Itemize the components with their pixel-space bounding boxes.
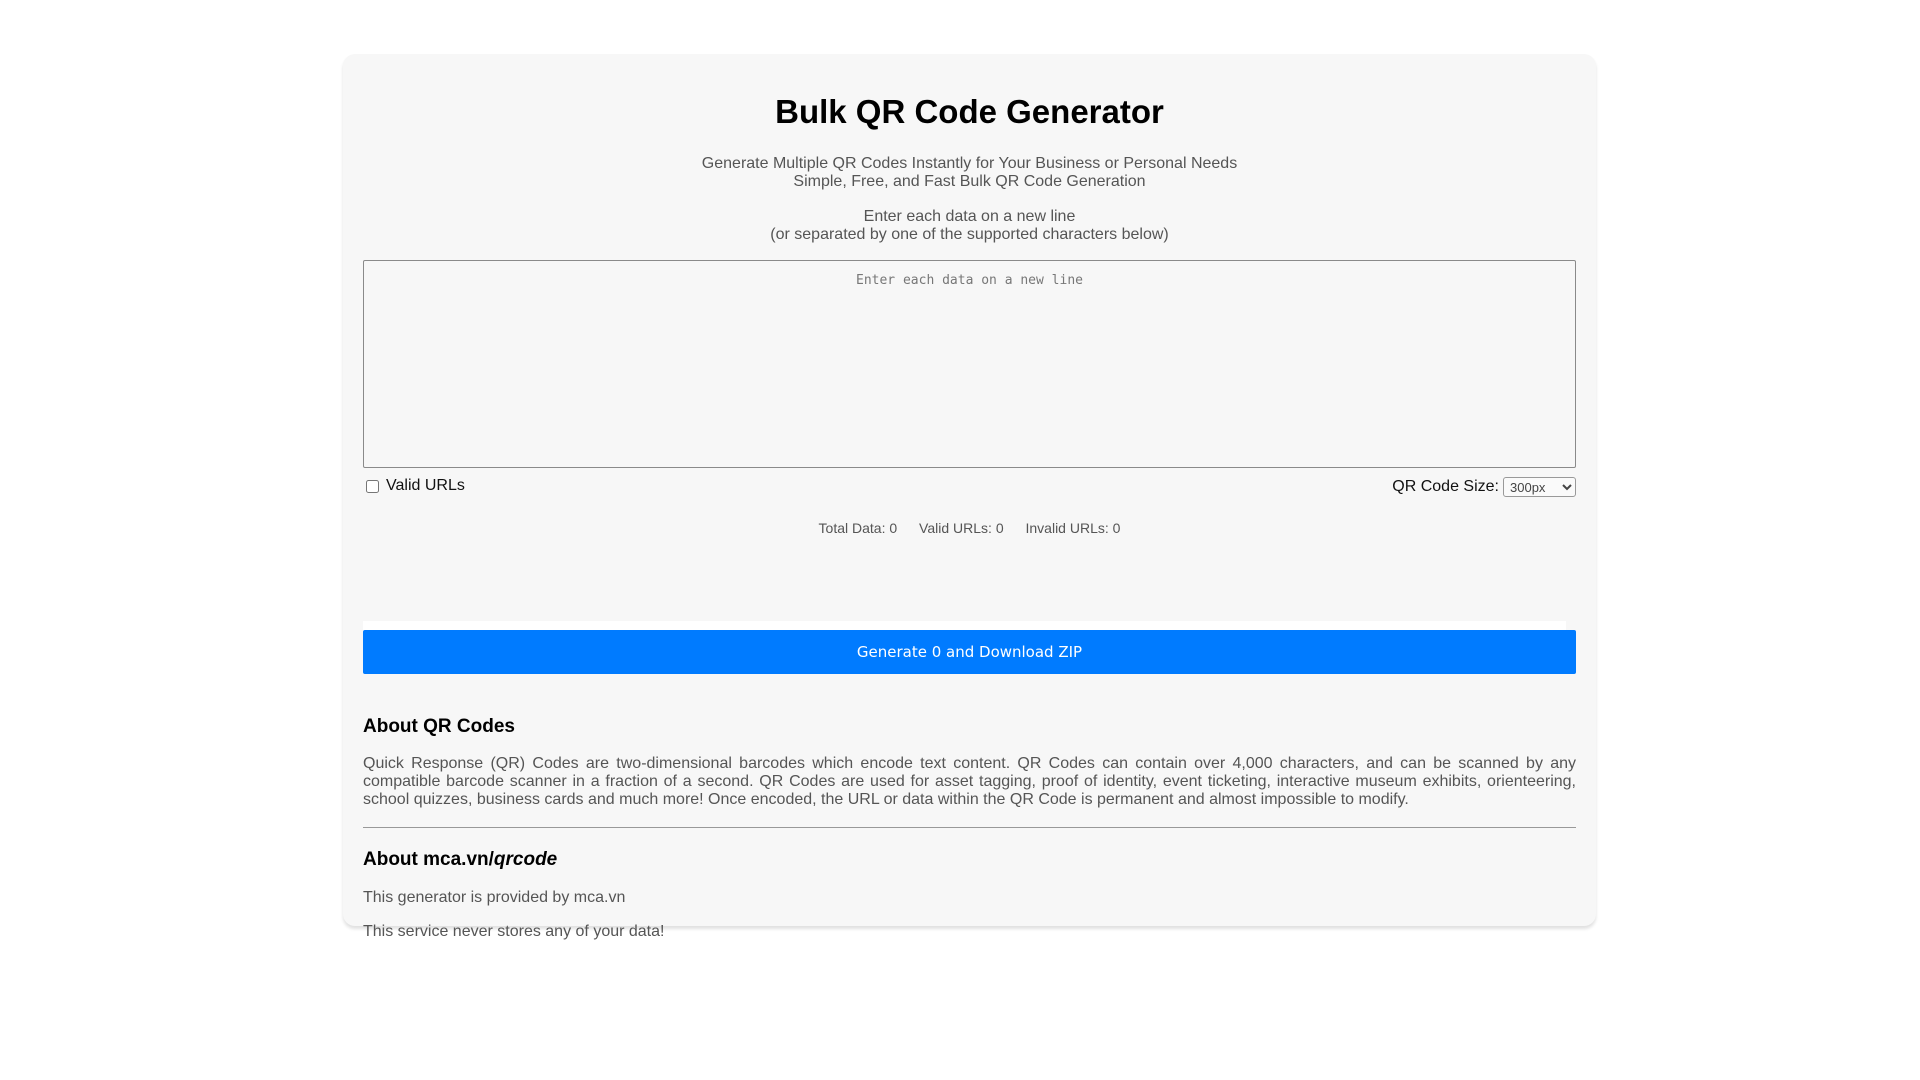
subtitle-line-1: Generate Multiple QR Codes Instantly for…	[701, 155, 1238, 172]
invalid-urls-count: Invalid URLs: 0	[1025, 520, 1121, 536]
stats-row: Total Data: 0 Valid URLs: 0 Invalid URLs…	[343, 520, 1596, 536]
instruction-line-1: Enter each data on a new line	[863, 208, 1076, 225]
about-qr-heading: About QR Codes	[363, 716, 515, 737]
valid-urls-checkbox[interactable]	[366, 479, 379, 493]
total-data-count: Total Data: 0	[818, 520, 898, 536]
about-site-heading-italic: qrcode	[493, 849, 558, 870]
main-card: Bulk QR Code Generator Generate Multiple…	[343, 54, 1596, 940]
qr-size-group: QR Code Size: 300px	[1392, 477, 1576, 497]
about-site-heading: About mca.vn/qrcode	[363, 849, 557, 871]
privacy-text: This service never stores any of your da…	[363, 923, 665, 940]
valid-urls-label: Valid URLs	[386, 477, 465, 494]
options-row: Valid URLs QR Code Size: 300px	[363, 477, 1576, 499]
input-instructions: Enter each data on a new line (or separa…	[343, 208, 1596, 244]
data-input-textarea[interactable]	[363, 260, 1576, 468]
qr-size-select[interactable]: 300px	[1503, 477, 1576, 497]
generate-download-button[interactable]: Generate 0 and Download ZIP	[363, 630, 1576, 674]
page-subtitle: Generate Multiple QR Codes Instantly for…	[343, 155, 1596, 191]
provider-text: This generator is provided by mca.vn	[363, 889, 626, 906]
section-divider	[363, 827, 1576, 828]
valid-urls-count: Valid URLs: 0	[919, 520, 1004, 536]
about-qr-text: Quick Response (QR) Codes are two-dimens…	[363, 755, 1576, 808]
valid-urls-option[interactable]: Valid URLs	[366, 477, 465, 495]
qr-size-label: QR Code Size:	[1392, 478, 1499, 495]
instruction-line-2: (or separated by one of the supported ch…	[770, 226, 1169, 243]
page-title: Bulk QR Code Generator	[775, 93, 1164, 130]
subtitle-line-2: Simple, Free, and Fast Bulk QR Code Gene…	[793, 173, 1146, 190]
about-site-heading-prefix: About mca.vn/	[363, 849, 494, 870]
